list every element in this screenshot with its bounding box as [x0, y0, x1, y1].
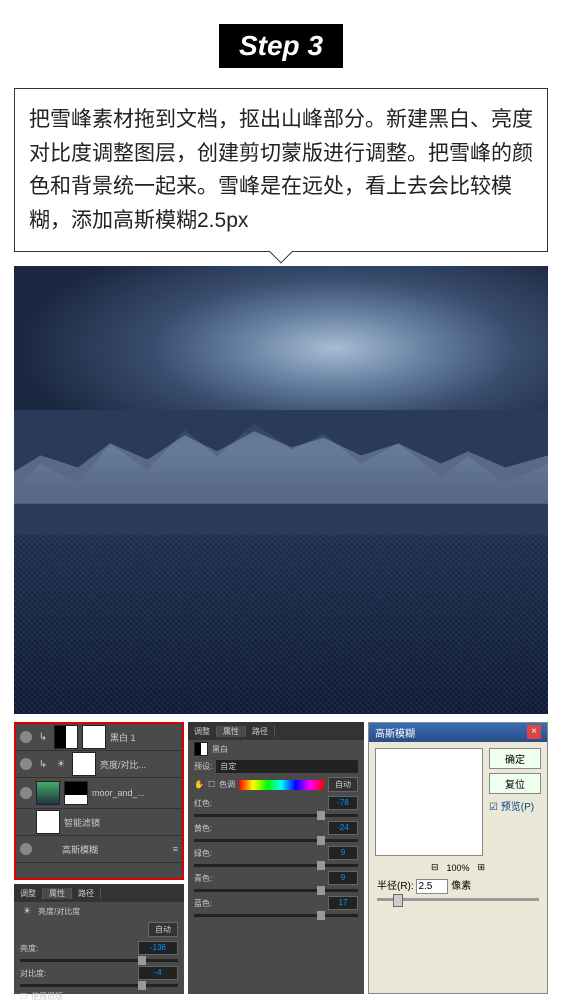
layer-name: 黑白 1: [110, 731, 136, 744]
ok-button[interactable]: 确定: [489, 748, 541, 769]
mask-thumb: [72, 752, 96, 776]
adj-icon: [54, 725, 78, 749]
preview-box: [375, 748, 483, 856]
value-field[interactable]: -78: [328, 796, 358, 810]
radius-slider[interactable]: [377, 898, 539, 901]
checkbox[interactable]: ☐: [208, 780, 215, 789]
preset-dropdown[interactable]: 自定: [216, 760, 358, 773]
visibility-icon[interactable]: [20, 731, 32, 743]
slider-label: 蓝色:: [194, 898, 212, 909]
slider-label: 青色:: [194, 873, 212, 884]
layers-panel[interactable]: ↳ 黑白 1 ↳ ☀ 亮度/对比... moor_and_...: [14, 722, 184, 880]
dialog-title: 高斯模糊: [375, 725, 415, 740]
radius-input[interactable]: 2.5: [416, 879, 448, 894]
slider[interactable]: [194, 864, 358, 867]
brightness-contrast-panel[interactable]: 调整 属性 路径 ☀亮度/对比度 自动 亮度:-136 对比度:-4 ☐使用旧版: [14, 884, 184, 994]
zoom-out-button[interactable]: ⊟: [431, 862, 439, 873]
layer-row[interactable]: moor_and_...: [16, 778, 182, 809]
layer-row[interactable]: ↳ 黑白 1: [16, 724, 182, 751]
value-field[interactable]: -136: [138, 941, 178, 955]
tab[interactable]: 属性: [43, 888, 72, 899]
step-description: 把雪峰素材拖到文档，抠出山峰部分。新建黑白、亮度对比度调整图层，创建剪切蒙版进行…: [14, 88, 548, 252]
tab[interactable]: 调整: [188, 726, 217, 737]
slider-label: 黄色:: [194, 823, 212, 834]
checkbox[interactable]: ☐: [20, 992, 27, 1001]
layer-name: 高斯模糊: [62, 843, 98, 856]
gaussian-blur-dialog[interactable]: 高斯模糊 × 确定 复位 ☑ 预览(P) ⊟ 100% ⊞ 半径(R): 2.5 像素: [368, 722, 548, 994]
colorbar[interactable]: [239, 780, 324, 790]
value-field[interactable]: 9: [328, 846, 358, 860]
preview-checkbox[interactable]: ☑ 预览(P): [489, 798, 541, 813]
visibility-icon[interactable]: [20, 758, 32, 770]
tab[interactable]: 属性: [217, 726, 246, 737]
layer-row[interactable]: 智能滤镜: [16, 809, 182, 836]
sun-icon: ☀: [20, 904, 34, 918]
mask-thumb: [64, 781, 88, 805]
tint-label: 色调: [219, 779, 235, 790]
visibility-icon[interactable]: [20, 843, 32, 855]
value-field[interactable]: -24: [328, 821, 358, 835]
slider[interactable]: [194, 814, 358, 817]
zoom-in-button[interactable]: ⊞: [478, 862, 486, 873]
radius-label: 半径(R):: [377, 881, 414, 892]
tab[interactable]: 路径: [72, 888, 101, 899]
layer-name: 智能滤镜: [64, 816, 100, 829]
value-field[interactable]: 9: [328, 871, 358, 885]
preset-label: 预设:: [194, 761, 212, 772]
slider-label: 亮度:: [20, 943, 38, 954]
slider[interactable]: [20, 984, 178, 987]
value-field[interactable]: 17: [328, 896, 358, 910]
layer-row[interactable]: ↳ ☀ 亮度/对比...: [16, 751, 182, 778]
hand-icon[interactable]: ✋: [194, 780, 204, 789]
legacy-label: 使用旧版: [31, 991, 63, 1002]
layer-thumb: [36, 781, 60, 805]
slider-label: 绿色:: [194, 848, 212, 859]
result-image: [14, 266, 548, 714]
clip-icon: ↳: [36, 730, 50, 744]
cancel-button[interactable]: 复位: [489, 773, 541, 794]
step-badge: Step 3: [219, 24, 343, 68]
clip-icon: ↳: [36, 757, 50, 771]
fx-thumb: [36, 810, 60, 834]
slider[interactable]: [194, 889, 358, 892]
bw-properties-panel[interactable]: 调整 属性 路径 黑白 预设: 自定 ✋ ☐ 色调 自动 红色: -78 黄色: -24 绿…: [188, 722, 364, 994]
tab[interactable]: 调整: [14, 888, 43, 899]
tab[interactable]: 路径: [246, 726, 275, 737]
layer-row[interactable]: 高斯模糊 ≡: [16, 836, 182, 863]
panel-title: 亮度/对比度: [38, 906, 80, 917]
value-field[interactable]: -4: [138, 966, 178, 980]
slider[interactable]: [194, 839, 358, 842]
slider[interactable]: [194, 914, 358, 917]
panel-title: 黑白: [212, 744, 228, 755]
unit-label: 像素: [451, 881, 471, 892]
slider-label: 红色:: [194, 798, 212, 809]
layer-name: moor_and_...: [92, 788, 145, 798]
auto-button[interactable]: 自动: [328, 777, 358, 792]
auto-button[interactable]: 自动: [148, 922, 178, 937]
zoom-level: 100%: [446, 863, 469, 873]
mask-thumb: [82, 725, 106, 749]
close-icon[interactable]: ×: [527, 725, 541, 739]
blend-icon[interactable]: ≡: [173, 844, 178, 854]
sun-icon: ☀: [54, 757, 68, 771]
slider[interactable]: [20, 959, 178, 962]
slider-label: 对比度:: [20, 968, 46, 979]
bw-icon: [194, 742, 208, 756]
visibility-icon[interactable]: [20, 787, 32, 799]
layer-name: 亮度/对比...: [100, 758, 146, 771]
